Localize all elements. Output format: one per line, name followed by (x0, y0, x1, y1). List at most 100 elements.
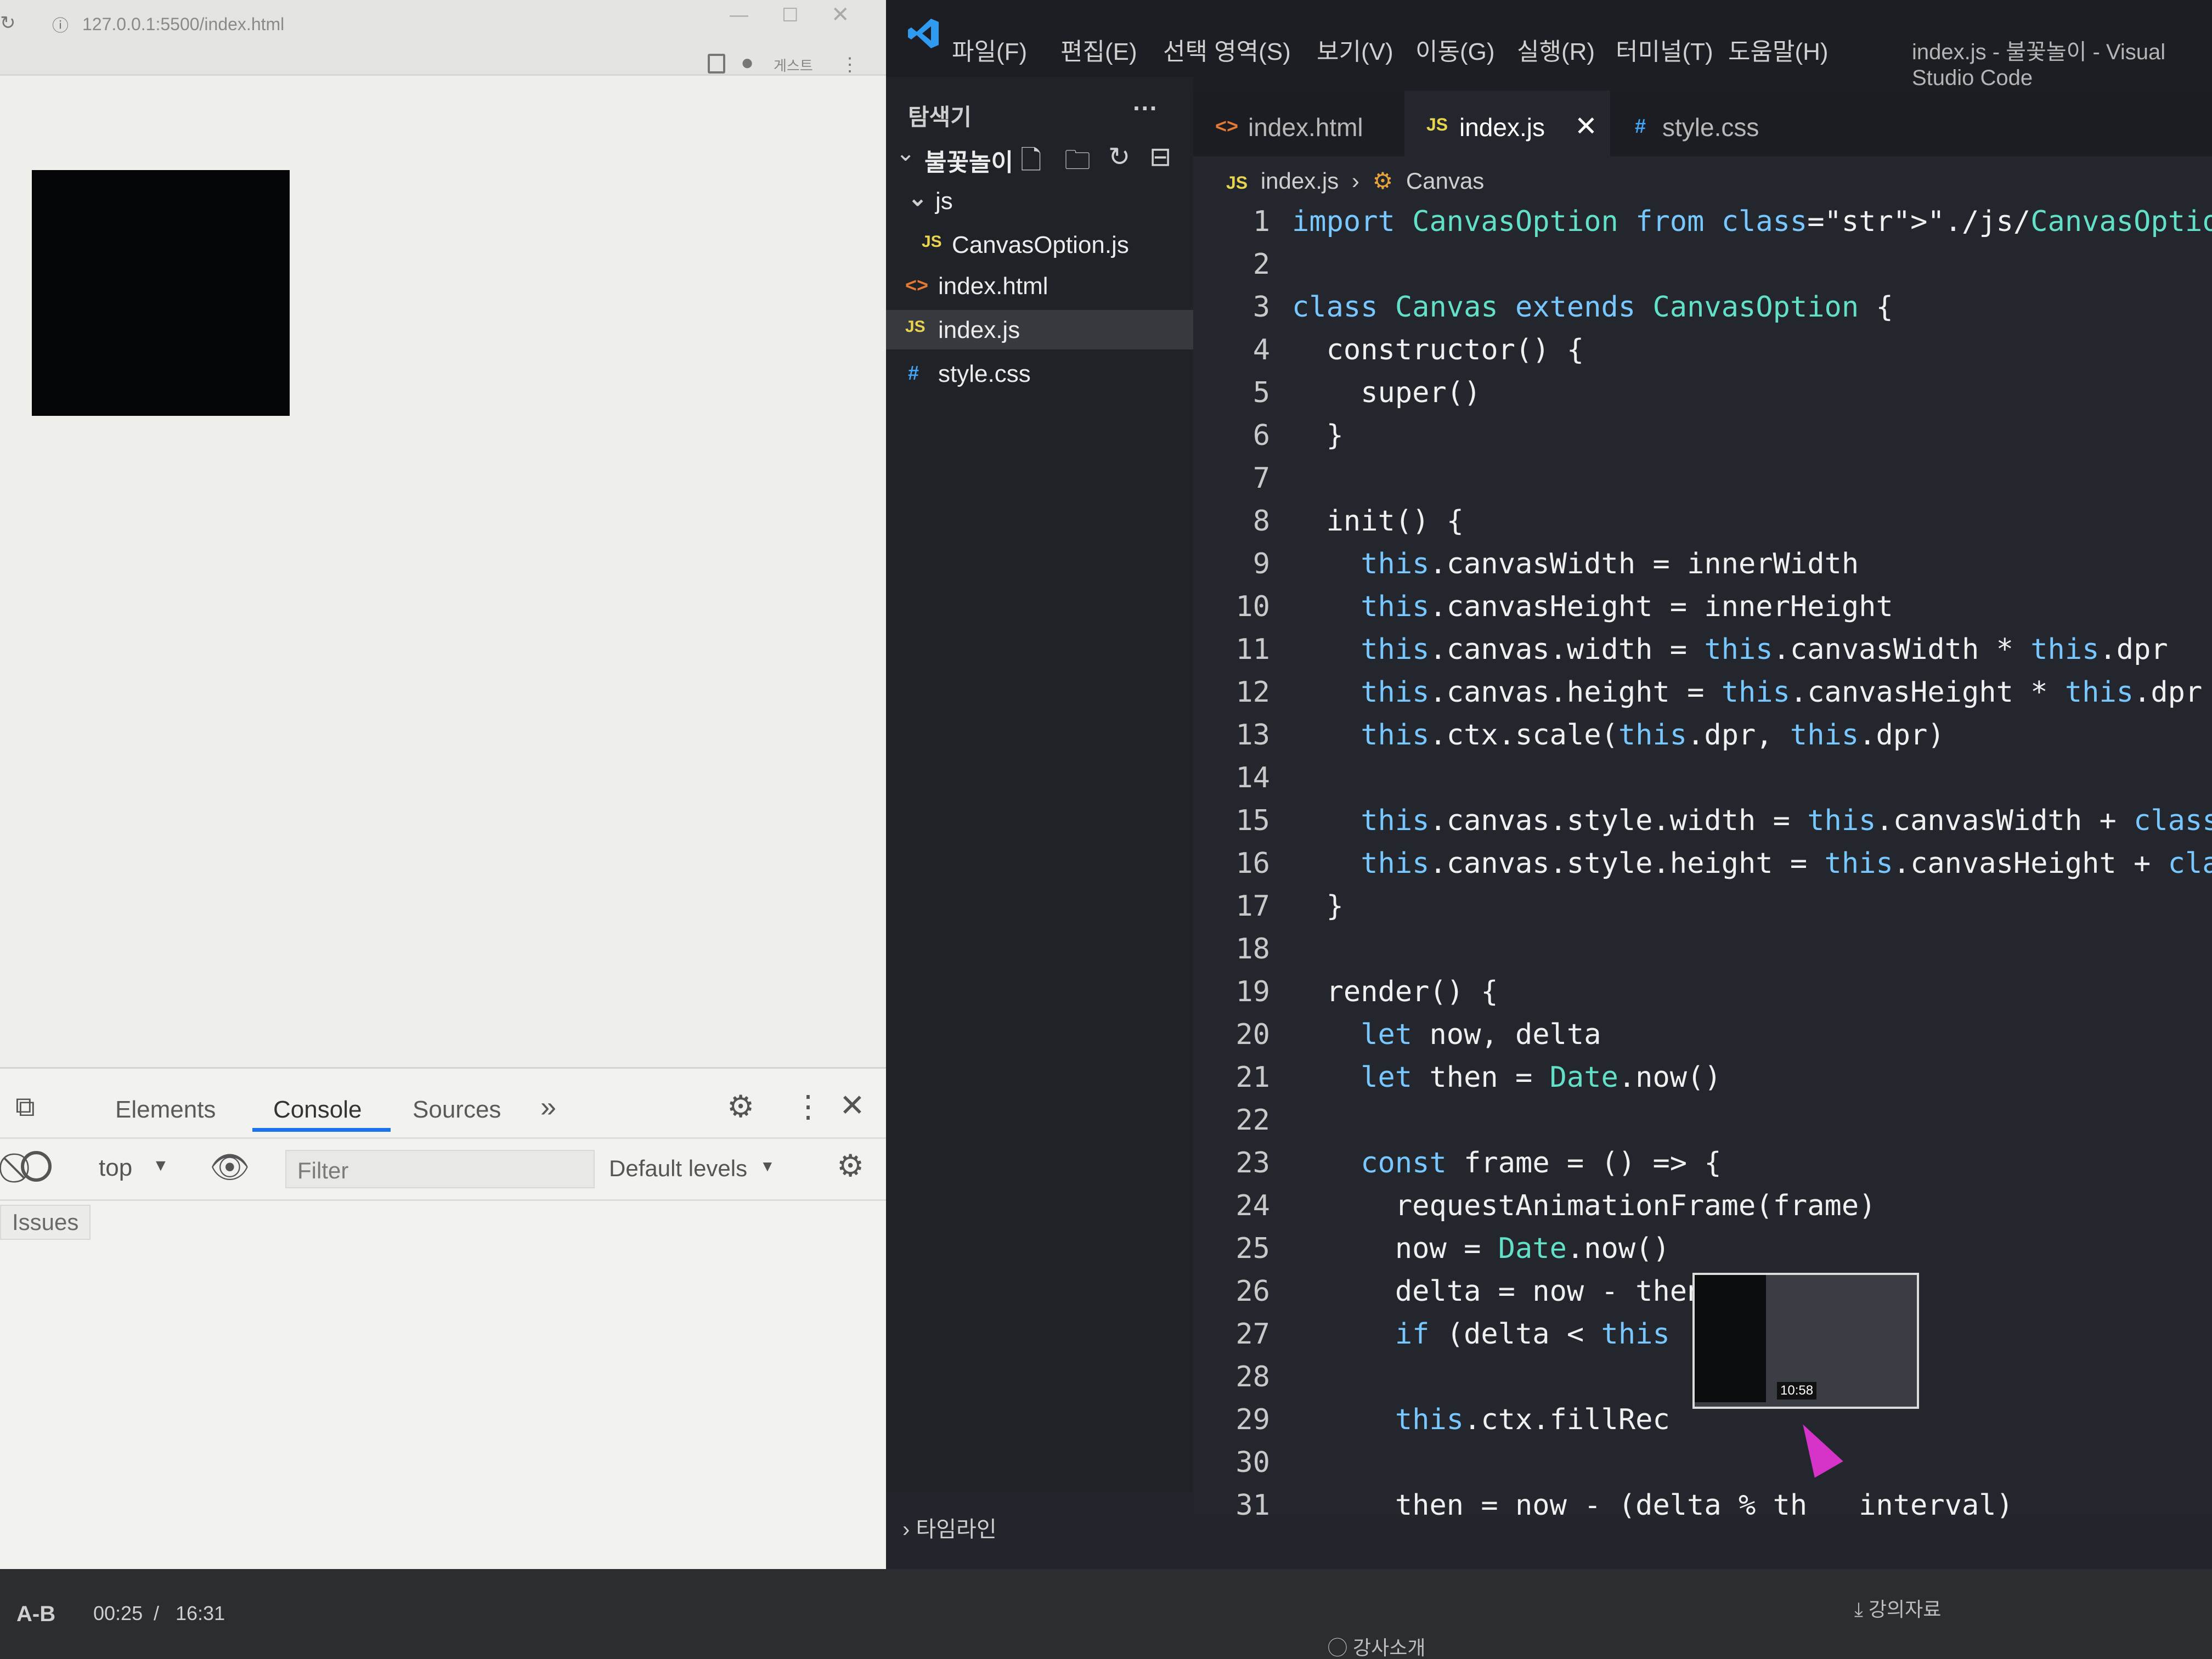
levels-chevron-icon[interactable]: ▼ (760, 1158, 775, 1175)
materials-button[interactable]: ⤓ 강의자료 (1854, 1594, 1941, 1622)
menu-help[interactable]: 도움말(H) (1728, 32, 1829, 67)
code-line[interactable]: 11 this.canvas.width = this.canvasWidth … (1193, 628, 2212, 671)
code-line[interactable]: 25 now = Date.now() (1193, 1227, 2212, 1270)
project-folder-row[interactable]: ⌄ 불꽃놀이 🗋 🗀 ↻ ⊟ (886, 137, 1193, 176)
close-devtools-icon[interactable]: ✕ (839, 1087, 865, 1124)
video-player-bar: A-B 00:25 / 16:31 ◯ 강사소개 ⤓ 강의자료 (0, 1569, 2212, 1659)
maximize-icon[interactable]: ☐ (782, 4, 798, 26)
code-line[interactable]: 31 then = now - (delta % th interval) (1193, 1484, 2212, 1527)
more-tabs-icon[interactable]: » (540, 1091, 556, 1124)
code-text: then = now - (delta % th interval) (1292, 1489, 2013, 1522)
tab-label: style.css (1662, 113, 1759, 142)
tab-elements[interactable]: Elements (115, 1096, 216, 1124)
code-line[interactable]: 7 (1193, 457, 2212, 500)
code-line[interactable]: 24 requestAnimationFrame(frame) (1193, 1184, 2212, 1227)
filter-placeholder: Filter (297, 1158, 349, 1183)
menu-file[interactable]: 파일(F) (952, 32, 1027, 67)
line-number: 29 (1235, 1403, 1270, 1436)
breadcrumb-file[interactable]: index.js (1261, 168, 1339, 194)
code-line[interactable]: 6 } (1193, 414, 2212, 457)
tree-file-index-js[interactable]: JS index.js (886, 310, 1193, 349)
code-line[interactable]: 1 import CanvasOption from class="str">".… (1193, 200, 2212, 243)
tree-label: index.html (938, 273, 1048, 300)
code-line[interactable]: 8 init() { (1193, 500, 2212, 543)
code-line[interactable]: 23 const frame = () => { (1193, 1142, 2212, 1184)
new-file-icon[interactable]: 🗋 (1020, 142, 1042, 186)
tab-index-js[interactable]: JS index.js ✕ (1404, 91, 1610, 156)
filter-input[interactable]: Filter (285, 1150, 595, 1188)
browser-menu-icon[interactable]: ⋮ (840, 54, 859, 76)
instructor-button[interactable]: ◯ 강사소개 (1328, 1632, 1426, 1659)
menu-selection[interactable]: 선택 영역(S) (1163, 32, 1291, 67)
devtools-menu-icon[interactable]: ⋮ (793, 1088, 823, 1125)
code-line[interactable]: 10 this.canvasHeight = innerHeight (1193, 585, 2212, 628)
profile-label[interactable]: 게스트 (774, 55, 813, 75)
code-text: this.ctx.scale(this.dpr, this.dpr) (1361, 719, 1945, 752)
tree-file-canvasoption[interactable]: JS CanvasOption.js (886, 225, 1193, 264)
code-line[interactable]: 17 } (1193, 885, 2212, 928)
tree-file-index-html[interactable]: <> index.html (886, 266, 1193, 306)
class-symbol-icon: ⚙ (1372, 168, 1393, 194)
tab-index-html[interactable]: <> index.html (1193, 91, 1402, 156)
site-info-icon[interactable]: ⓘ (52, 12, 69, 36)
devtools-panel: ⧉ Elements Console Sources » ⚙ ⋮ ✕ ⃠ top… (0, 1067, 886, 1571)
code-line[interactable]: 21 let then = Date.now() (1193, 1056, 2212, 1099)
menu-terminal[interactable]: 터미널(T) (1616, 32, 1713, 67)
eye-icon[interactable]: 👁 (210, 1149, 250, 1186)
code-line[interactable]: 3 class Canvas extends CanvasOption { (1193, 286, 2212, 329)
collapse-all-icon[interactable]: ⊟ (1149, 142, 1171, 172)
code-line[interactable]: 2 (1193, 243, 2212, 286)
code-line[interactable]: 4 constructor() { (1193, 329, 2212, 371)
code-line[interactable]: 19 render() { (1193, 970, 2212, 1013)
profile-avatar-icon[interactable]: ● (741, 50, 754, 75)
code-line[interactable]: 12 this.canvas.height = this.canvasHeigh… (1193, 671, 2212, 714)
line-number: 30 (1235, 1446, 1270, 1479)
code-line[interactable]: 9 this.canvasWidth = innerWidth (1193, 543, 2212, 585)
code-text: delta = now - then (1292, 1275, 1705, 1308)
code-line[interactable]: 22 (1193, 1099, 2212, 1142)
issues-button[interactable]: Issues (0, 1205, 91, 1240)
js-file-icon: JS (905, 318, 926, 336)
close-tab-icon[interactable]: ✕ (1575, 110, 1598, 142)
ab-repeat-button[interactable]: A-B (16, 1602, 55, 1627)
line-number: 8 (1252, 505, 1270, 538)
tab-search-icon[interactable] (708, 54, 725, 74)
menu-edit[interactable]: 편집(E) (1060, 32, 1137, 67)
code-line[interactable]: 20 let now, delta (1193, 1013, 2212, 1056)
code-text: this.canvas.height = this.canvasHeight *… (1361, 676, 2203, 709)
console-settings-icon[interactable]: ⚙ (837, 1148, 864, 1184)
tab-style-css[interactable]: # style.css (1613, 91, 1805, 156)
menu-go[interactable]: 이동(G) (1415, 32, 1495, 67)
tab-sources[interactable]: Sources (413, 1096, 501, 1124)
menu-view[interactable]: 보기(V) (1317, 32, 1393, 67)
code-line[interactable]: 18 (1193, 928, 2212, 970)
address-bar[interactable]: 127.0.0.1:5500/index.html (82, 14, 284, 35)
tree-folder-js[interactable]: ⌄ js (886, 181, 1193, 221)
code-line[interactable]: 30 (1193, 1441, 2212, 1484)
code-line[interactable]: 13 this.ctx.scale(this.dpr, this.dpr) (1193, 714, 2212, 757)
minimize-icon[interactable]: — (730, 4, 748, 26)
reload-icon[interactable]: ↻ (0, 12, 16, 34)
log-levels-select[interactable]: Default levels (609, 1155, 747, 1182)
chevron-down-icon[interactable]: ▼ (153, 1156, 169, 1175)
project-name: 불꽃놀이 (924, 149, 1013, 176)
issues-label: Issues (12, 1209, 79, 1235)
line-number: 24 (1235, 1189, 1270, 1222)
refresh-icon[interactable]: ↻ (1108, 142, 1130, 172)
code-line[interactable]: 5 super() (1193, 371, 2212, 414)
new-folder-icon[interactable]: 🗀 (1064, 142, 1091, 186)
code-line[interactable]: 16 this.canvas.style.height = this.canva… (1193, 842, 2212, 885)
timeline-section[interactable]: › 타임라인 (902, 1511, 997, 1543)
close-icon[interactable]: ✕ (831, 2, 850, 27)
device-toggle-icon[interactable]: ⧉ (15, 1091, 35, 1123)
breadcrumb-symbol[interactable]: Canvas (1406, 168, 1484, 194)
menu-run[interactable]: 실행(R) (1517, 32, 1595, 67)
context-select[interactable]: top (99, 1154, 132, 1182)
line-number: 9 (1252, 548, 1270, 580)
code-line[interactable]: 15 this.canvas.style.width = this.canvas… (1193, 799, 2212, 842)
more-actions-icon[interactable]: ··· (1133, 93, 1158, 123)
tab-console[interactable]: Console (273, 1096, 362, 1124)
code-line[interactable]: 14 (1193, 757, 2212, 799)
settings-gear-icon[interactable]: ⚙ (727, 1088, 754, 1125)
tree-file-style-css[interactable]: # style.css (886, 354, 1193, 393)
